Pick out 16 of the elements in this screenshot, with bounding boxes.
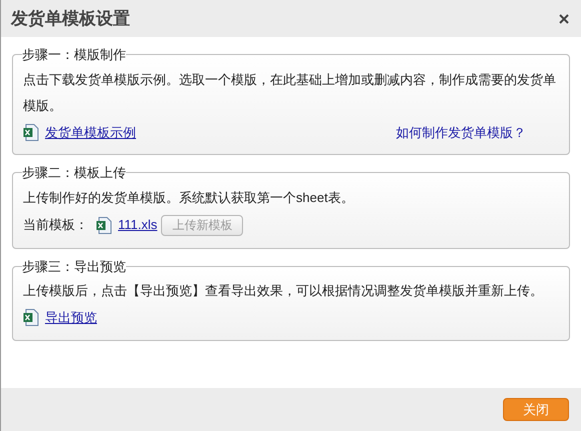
file-link[interactable]: 发货单模板示例 [45,122,136,142]
help-link[interactable]: 如何制作发货单模版？ [396,122,526,142]
file-link[interactable]: 111.xls [118,215,158,235]
step-title: 步骤二：模板上传 [22,164,126,182]
spreadsheet-file-icon [96,216,112,234]
window-title: 发货单模板设置 [11,8,130,30]
step-description: 点击下载发货单模版示例。选取一个模版，在此基础上增加或删减内容，制作成需要的发货单模版。 [23,70,557,114]
step-description: 上传模版后，点击【导出预览】查看导出效果，可以根据情况调整发货单模版并重新上传。 [23,282,544,300]
current-template-label: 当前模板： [23,216,88,234]
step-title: 步骤一：模版制作 [22,46,126,64]
step-description: 上传制作好的发货单模版。系统默认获取第一个sheet表。 [23,188,355,206]
file-link[interactable]: 导出预览 [45,308,97,328]
spreadsheet-file-icon [23,309,39,326]
step-title: 步骤三：导出预览 [22,258,126,276]
spreadsheet-file-icon [23,124,39,141]
close-icon[interactable] [559,14,569,24]
